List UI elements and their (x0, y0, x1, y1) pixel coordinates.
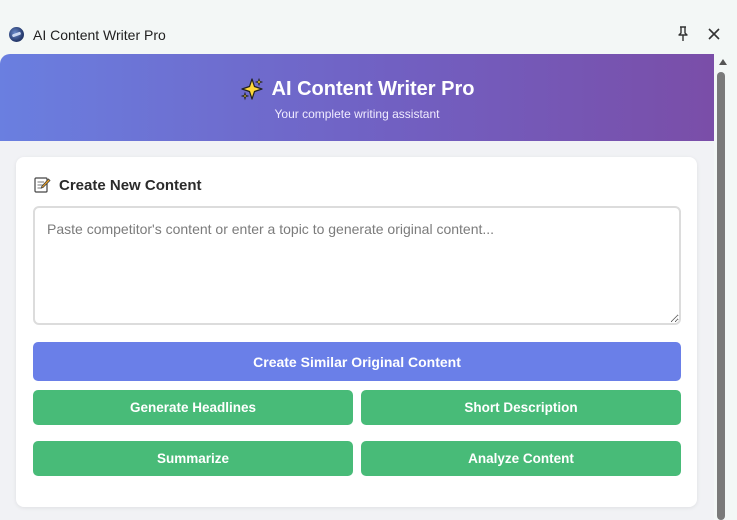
scroll-up-arrow-icon[interactable] (719, 59, 727, 65)
app-viewport: AI Content Writer Pro Your complete writ… (0, 54, 714, 520)
create-similar-content-button[interactable]: Create Similar Original Content (33, 342, 681, 381)
app-logo-icon (9, 27, 24, 42)
content-input-wrap (33, 206, 681, 325)
window-title: AI Content Writer Pro (33, 27, 166, 43)
create-content-card: Create New Content Create Similar Origin… (16, 157, 697, 507)
app-header: AI Content Writer Pro Your complete writ… (0, 54, 714, 141)
pin-icon[interactable] (676, 26, 690, 42)
content-area: Create New Content Create Similar Origin… (0, 141, 714, 520)
summarize-button[interactable]: Summarize (33, 441, 353, 476)
header-title-row: AI Content Writer Pro (0, 54, 714, 101)
sparkle-icon (240, 77, 263, 101)
generate-headlines-button[interactable]: Generate Headlines (33, 390, 353, 425)
memo-icon (34, 177, 51, 193)
analyze-content-button[interactable]: Analyze Content (361, 441, 681, 476)
content-input[interactable] (33, 206, 681, 325)
close-icon[interactable] (706, 26, 722, 42)
vertical-scrollbar[interactable] (714, 54, 737, 520)
header-subtitle: Your complete writing assistant (274, 107, 440, 121)
header-title: AI Content Writer Pro (271, 77, 475, 100)
short-description-button[interactable]: Short Description (361, 390, 681, 425)
card-title: Create New Content (59, 176, 202, 194)
window-titlebar: AI Content Writer Pro (0, 0, 737, 54)
scroll-thumb[interactable] (717, 72, 725, 520)
card-title-row: Create New Content (33, 176, 202, 194)
